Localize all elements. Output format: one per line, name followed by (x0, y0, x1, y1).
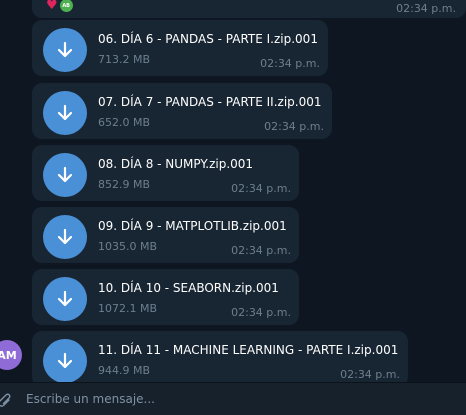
file-name: 10. DÍA 10 - SEABORN.zip.001 (98, 281, 279, 295)
file-size: 852.9 MB (98, 178, 151, 191)
message-time: 02:34 p.m. (264, 120, 324, 133)
sender-avatar[interactable]: AM (0, 340, 22, 370)
file-message-bubble[interactable]: 08. DÍA 8 - NUMPY.zip.001 852.9 MB 02:34… (32, 145, 299, 201)
file-name: 08. DÍA 8 - NUMPY.zip.001 (98, 157, 254, 171)
download-button[interactable] (43, 215, 87, 259)
file-message-bubble[interactable]: 07. DÍA 7 - PANDAS - PARTE II.zip.001 65… (32, 83, 332, 139)
message-composer (0, 382, 466, 415)
message-time: 02:34 p.m. (231, 306, 291, 319)
heart-icon: ♥ (46, 0, 58, 13)
file-size: 944.9 MB (98, 364, 151, 377)
file-message-bubble[interactable]: 09. DÍA 9 - MATPLOTLIB.zip.001 1035.0 MB… (32, 207, 299, 263)
file-name: 11. DÍA 11 - MACHINE LEARNING - PARTE I.… (98, 343, 399, 357)
message-time: 02:34 p.m. (396, 2, 456, 15)
file-message-bubble[interactable]: 06. DÍA 6 - PANDAS - PARTE I.zip.001 713… (32, 20, 328, 76)
previous-message-bubble[interactable]: ♥ AB 02:34 p.m. (32, 0, 466, 18)
download-arrow-icon (57, 228, 73, 245)
message-reaction[interactable]: ♥ AB (46, 0, 73, 12)
file-size: 652.0 MB (98, 116, 151, 129)
message-time: 02:34 p.m. (231, 182, 291, 195)
download-arrow-icon (57, 290, 73, 307)
reaction-avatar: AB (59, 0, 73, 12)
download-button[interactable] (43, 153, 87, 197)
message-time: 02:34 p.m. (260, 57, 320, 70)
message-time: 02:34 p.m. (231, 244, 291, 257)
file-name: 06. DÍA 6 - PANDAS - PARTE I.zip.001 (98, 32, 318, 46)
file-name: 07. DÍA 7 - PANDAS - PARTE II.zip.001 (98, 95, 322, 109)
file-size: 1035.0 MB (98, 240, 158, 253)
file-name: 09. DÍA 9 - MATPLOTLIB.zip.001 (98, 219, 287, 233)
message-input[interactable] (26, 389, 446, 409)
file-size: 1072.1 MB (98, 302, 158, 315)
file-size: 713.2 MB (98, 53, 151, 66)
file-message-bubble[interactable]: 10. DÍA 10 - SEABORN.zip.001 1072.1 MB 0… (32, 269, 299, 325)
paperclip-icon[interactable] (0, 393, 12, 413)
file-message-bubble[interactable]: 11. DÍA 11 - MACHINE LEARNING - PARTE I.… (32, 331, 408, 382)
download-arrow-icon (57, 104, 73, 121)
chat-history[interactable]: ♥ AB 02:34 p.m. 06. DÍA 6 - PANDAS - PAR… (0, 0, 466, 382)
download-arrow-icon (57, 166, 73, 183)
download-button[interactable] (43, 339, 87, 382)
message-time: 02:34 p.m. (340, 368, 400, 381)
download-arrow-icon (57, 41, 73, 58)
download-button[interactable] (43, 91, 87, 135)
download-arrow-icon (57, 352, 73, 369)
download-button[interactable] (43, 28, 87, 72)
download-button[interactable] (43, 277, 87, 321)
